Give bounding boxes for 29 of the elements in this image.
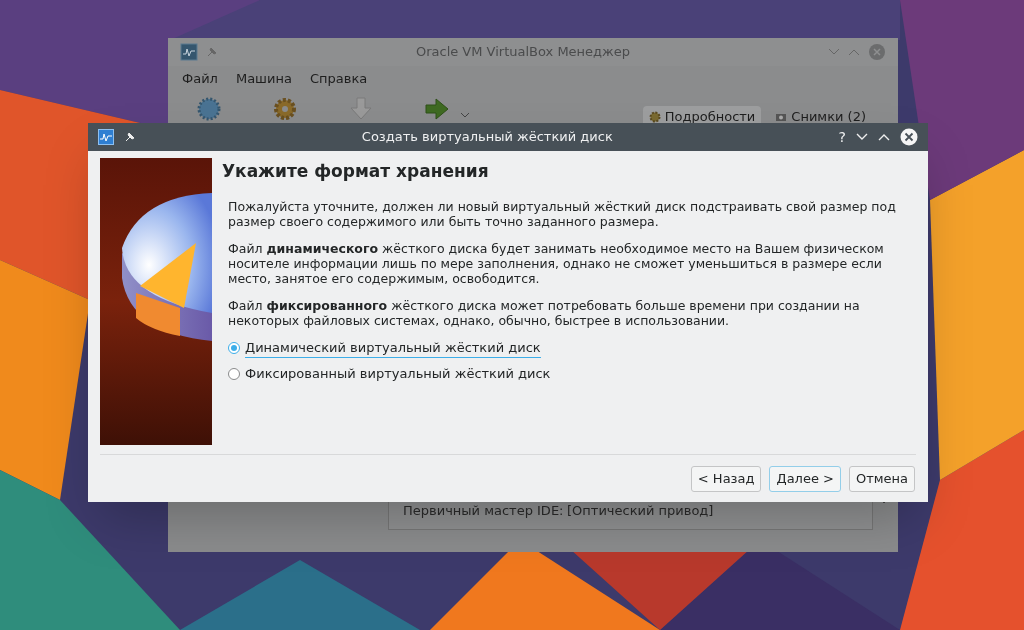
help-button[interactable]: ? (838, 126, 846, 148)
menu-item[interactable]: Файл (174, 69, 226, 89)
dialog-button[interactable]: Далее > (769, 465, 841, 492)
radio-option[interactable]: Динамический виртуальный жёсткий диск (228, 337, 541, 358)
window-title: Создать виртуальный жёсткий диск (360, 128, 614, 147)
paragraph: Пожалуйста уточните, должен ли новый виртуальный жёсткий диск подстраивать свой размер под размер своего содержимого или быть точно заданного размера. (228, 198, 897, 229)
app-icon (180, 43, 198, 61)
paragraph: Файл динамического жёсткого диска будет занимать необходимое место на Вашем физическом носителе информации лишь по мере заполнения, однако не сможет уменьшиться в размере если место, занятое его содержимым, освободится. (228, 240, 885, 286)
menu-item[interactable]: Справка (301, 69, 376, 89)
menu-item[interactable]: Машина (227, 69, 300, 89)
gear-icon[interactable] (196, 96, 222, 122)
window-title: Oracle VM VirtualBox Менеджер (414, 43, 632, 62)
camera-icon (775, 111, 788, 123)
radio-button[interactable] (228, 341, 240, 354)
settings-icon[interactable] (272, 96, 298, 122)
radio-option[interactable]: Фиксированный виртуальный жёсткий диск (228, 364, 551, 385)
app-icon (98, 129, 114, 145)
detail-label: Первичный мастер IDE: (403, 502, 565, 520)
caret-icon[interactable] (460, 112, 470, 118)
detail-value: [Оптический привод] (567, 502, 714, 520)
close-icon[interactable] (900, 128, 918, 146)
down-arrow-icon[interactable] (348, 96, 374, 122)
gear-icon (648, 111, 661, 123)
radio-button[interactable] (228, 368, 240, 381)
page-heading: Укажите формат хранения (222, 160, 490, 183)
dialog-button[interactable]: < Назад (690, 465, 762, 492)
dialog-button[interactable]: Отмена (848, 465, 915, 492)
right-arrow-icon[interactable] (424, 96, 450, 122)
paragraph: Файл фиксированного жёсткого диска может потребовать больше времени при создании на некоторых файловых системах, однако, обычно, быстрее в использовании. (228, 297, 861, 328)
